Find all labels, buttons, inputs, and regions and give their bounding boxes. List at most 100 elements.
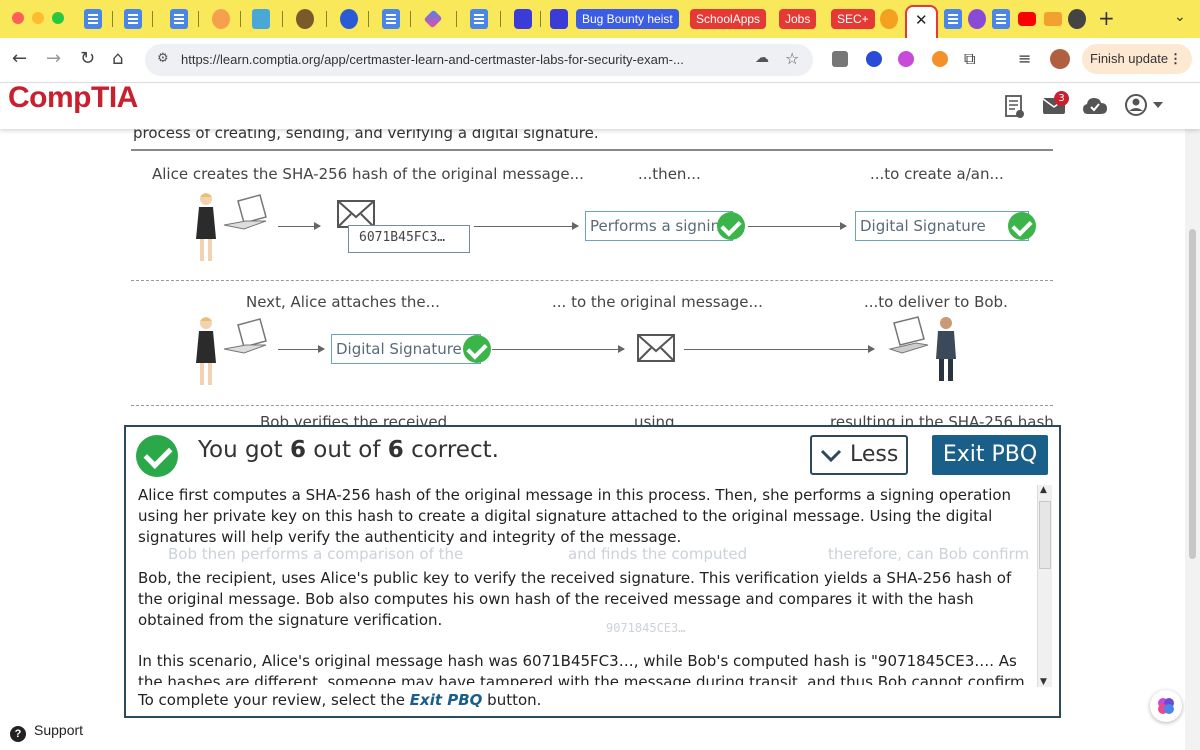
page-scroll-thumb[interactable] <box>1189 229 1196 559</box>
site-info-icon[interactable]: ⚙ <box>157 51 169 66</box>
address-bar[interactable]: ⚙ https://learn.comptia.org/app/certmast… <box>145 44 813 76</box>
cisco-tab-icon[interactable] <box>252 9 270 29</box>
code-tab-icon[interactable] <box>1044 12 1062 26</box>
ai-assistant-icon[interactable] <box>1150 690 1182 722</box>
tab-separator <box>500 11 501 27</box>
tab-separator <box>540 11 541 27</box>
tab-separator <box>240 11 241 27</box>
game-tab-icon[interactable] <box>296 9 314 29</box>
alice-laptop-icon <box>196 317 267 385</box>
less-button[interactable]: Less <box>810 435 908 475</box>
scroll-thumb[interactable] <box>1039 501 1051 569</box>
close-tab-icon[interactable]: ✕ <box>915 11 928 29</box>
support-button[interactable]: ? Support <box>10 722 83 742</box>
minimize-window-button[interactable] <box>32 12 44 24</box>
gemini-tab-icon[interactable] <box>423 9 443 29</box>
review-exit-pbq-link[interactable]: Exit PBQ <box>410 691 483 709</box>
c-tab-icon[interactable] <box>514 9 532 29</box>
back-icon[interactable]: ← <box>12 48 27 70</box>
new-tab-icon[interactable]: + <box>1098 6 1115 30</box>
tab-separator <box>152 11 153 27</box>
help-icon: ? <box>10 726 26 742</box>
cloud-icon[interactable]: ☁ <box>755 50 769 66</box>
reading-list-icon[interactable]: ≡ <box>1018 49 1031 68</box>
score-middle: out of <box>305 437 388 463</box>
tab-separator <box>326 11 327 27</box>
extension-icon[interactable] <box>832 51 848 67</box>
tab-school-apps[interactable]: SchoolApps <box>690 9 767 29</box>
tab-search-chevron-icon[interactable]: ⌄ <box>1174 9 1186 25</box>
finish-update-button[interactable]: Finish update ⋮ <box>1082 44 1192 74</box>
row2-header-3: ...to deliver to Bob. <box>864 293 1008 311</box>
signing-operation-answer[interactable]: Performs a signing <box>585 211 733 241</box>
c-tab-icon[interactable] <box>340 9 358 29</box>
url-text[interactable]: https://learn.comptia.org/app/certmaster… <box>181 52 684 67</box>
forward-icon[interactable]: → <box>46 48 61 70</box>
tab-jobs[interactable]: Jobs <box>779 9 817 29</box>
tab-separator <box>282 11 283 27</box>
explanation-paragraph: In this scenario, Alice's original messa… <box>138 652 1025 685</box>
browser-toolbar: ← → ↻ ⌂ ⚙ https://learn.comptia.org/app/… <box>0 38 1200 83</box>
docs-tab-icon[interactable] <box>170 9 188 29</box>
success-check-icon <box>136 435 178 477</box>
row2-header-2: ... to the original message... <box>552 293 763 311</box>
tab-separator <box>112 11 113 27</box>
divider <box>131 149 1053 151</box>
browser-tab-bar: Bug Bounty heist SchoolApps Jobs SEC+ ✕ … <box>0 0 1200 38</box>
cm-tab-icon[interactable] <box>212 9 230 29</box>
exit-pbq-button[interactable]: Exit PBQ <box>932 435 1048 475</box>
puzzle-extensions-icon[interactable]: ⧉ <box>964 49 975 69</box>
docs-tab-icon[interactable] <box>470 9 488 29</box>
tab-sec-plus[interactable]: SEC+ <box>831 9 875 29</box>
attached-digital-signature-answer[interactable]: Digital Signature <box>331 334 481 364</box>
youtube-tab-icon[interactable] <box>1018 12 1036 26</box>
close-window-button[interactable] <box>12 12 24 24</box>
explanation-paragraph: Bob, the recipient, uses Alice's public … <box>138 569 1012 629</box>
account-tab-icon[interactable] <box>1068 9 1086 29</box>
more-menu-icon[interactable]: ⋮ <box>1169 44 1182 74</box>
extension-icon[interactable] <box>866 51 882 67</box>
flow-arrow <box>748 222 847 230</box>
docs-tab-icon[interactable] <box>124 9 142 29</box>
reload-icon[interactable]: ↻ <box>80 48 95 70</box>
docs-tab-icon[interactable] <box>944 9 962 29</box>
scroll-up-icon[interactable]: ▲ <box>1040 485 1047 495</box>
docs-tab-icon[interactable] <box>992 9 1010 29</box>
docs-tab-icon[interactable] <box>84 9 102 29</box>
notes-icon[interactable] <box>1004 95 1026 119</box>
review-instruction: To complete your review, select the Exit… <box>138 691 541 709</box>
c-tab-icon[interactable] <box>880 9 898 29</box>
extension-icon[interactable] <box>932 51 948 67</box>
docs-tab-icon[interactable] <box>382 9 400 29</box>
digital-signature-answer[interactable]: Digital Signature <box>855 211 1029 241</box>
c-tab-icon[interactable] <box>550 9 568 29</box>
row1-header-1: Alice creates the SHA-256 hash of the or… <box>152 165 584 183</box>
bookmark-star-icon[interactable]: ☆ <box>785 49 799 68</box>
scroll-down-icon[interactable]: ▼ <box>1040 677 1047 687</box>
cloud-sync-icon[interactable] <box>1082 96 1108 116</box>
row1-header-2: ...then... <box>638 165 701 183</box>
tab-separator <box>198 11 199 27</box>
tab-active[interactable]: ✕ <box>905 5 938 38</box>
flow-arrow <box>278 345 325 353</box>
user-menu-icon[interactable] <box>1124 93 1168 117</box>
correct-check-icon <box>717 212 745 240</box>
row2-header-1: Next, Alice attaches the... <box>246 293 440 311</box>
flow-arrow <box>492 345 625 353</box>
alice-hash-value: 6071B45FC3… <box>348 225 470 253</box>
tab-bug-bounty-heist[interactable]: Bug Bounty heist <box>576 9 679 29</box>
zoom-window-button[interactable] <box>52 12 64 24</box>
profile-avatar[interactable] <box>1050 49 1070 69</box>
explanation-scrollbar[interactable]: ▲ ▼ <box>1037 485 1052 687</box>
flow-arrow <box>474 222 579 230</box>
comptia-logo[interactable]: CompTIA <box>8 81 138 115</box>
page-scrollbar[interactable] <box>1185 129 1200 750</box>
home-icon[interactable]: ⌂ <box>112 48 123 70</box>
score-suffix: correct. <box>403 437 499 463</box>
extension-icon[interactable] <box>898 51 914 67</box>
extension-tab-icon[interactable] <box>968 9 986 29</box>
app-header: CompTIA 3 <box>0 81 1200 129</box>
flow-arrow <box>684 345 875 353</box>
notification-badge: 3 <box>1054 91 1069 106</box>
explanation-text[interactable]: Alice first computes a SHA-256 hash of t… <box>138 485 1038 685</box>
